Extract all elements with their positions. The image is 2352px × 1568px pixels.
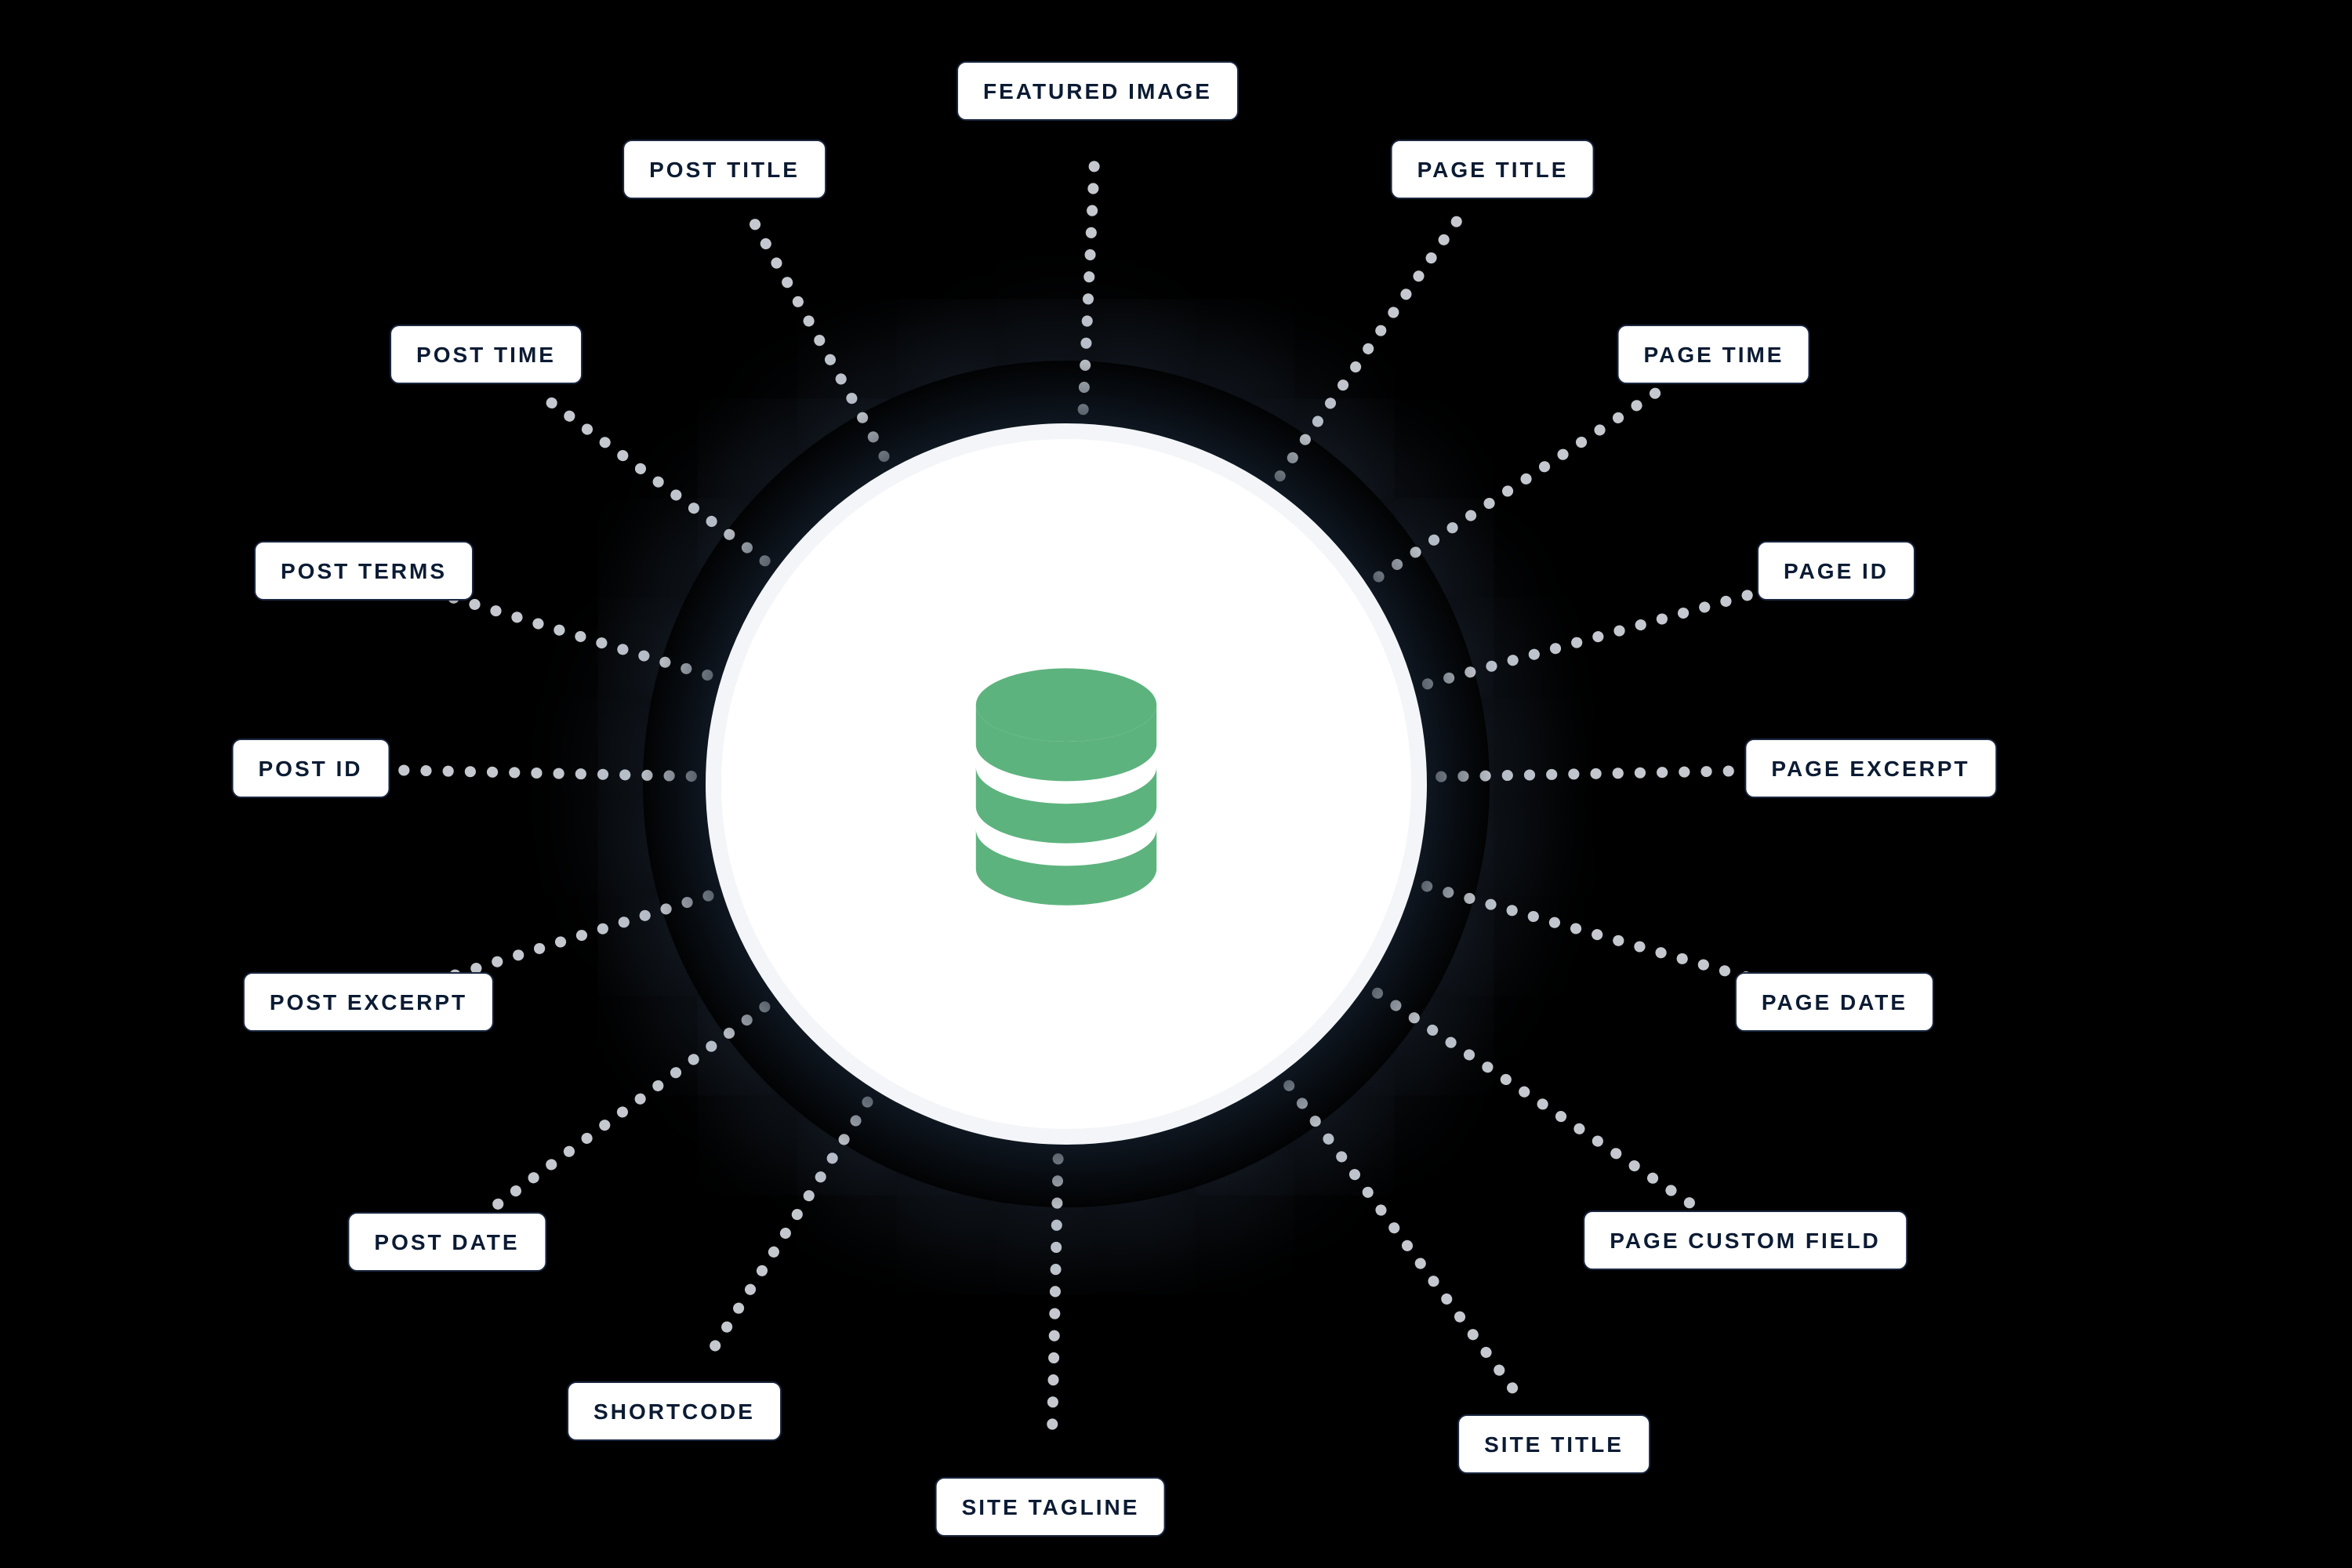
node-post-date: POST DATE: [347, 1212, 546, 1272]
node-shortcode: SHORTCODE: [567, 1381, 782, 1441]
node-page-date: PAGE DATE: [1735, 972, 1934, 1032]
node-site-tagline: SITE TAGLINE: [935, 1477, 1167, 1537]
node-page-id: PAGE ID: [1757, 541, 1915, 601]
node-post-title: POST TITLE: [622, 140, 826, 199]
node-post-excerpt: POST EXCERPT: [243, 972, 494, 1032]
node-post-id: POST ID: [231, 739, 389, 798]
node-page-title: PAGE TITLE: [1391, 140, 1595, 199]
node-site-title: SITE TITLE: [1457, 1414, 1650, 1474]
node-post-time: POST TIME: [390, 325, 583, 384]
node-post-terms: POST TERMS: [254, 541, 474, 601]
database-icon: [925, 643, 1207, 925]
node-page-excerpt: PAGE EXCERPT: [1744, 739, 1996, 798]
node-page-custom-field: PAGE CUSTOM FIELD: [1583, 1210, 1907, 1270]
node-page-time: PAGE TIME: [1617, 325, 1811, 384]
node-featured-image: FEATURED IMAGE: [956, 61, 1239, 121]
